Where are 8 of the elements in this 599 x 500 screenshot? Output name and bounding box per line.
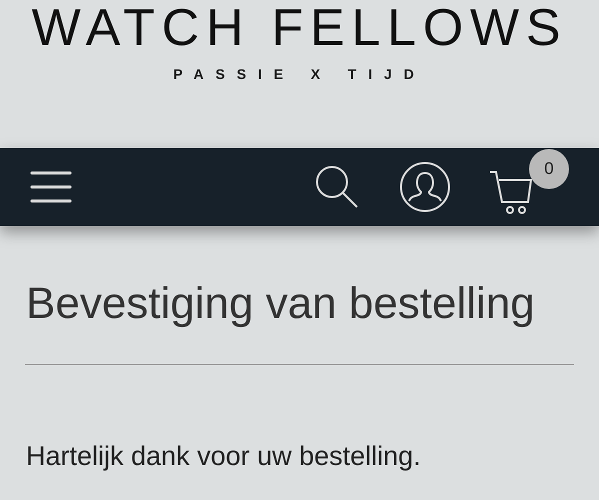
search-icon[interactable] [315,165,359,209]
menu-icon[interactable] [30,170,72,204]
logo-title[interactable]: WATCH FELLOWS [32,2,568,54]
page-heading: Bevestiging van bestelling [26,278,536,330]
logo-tagline: PASSIE X TIJD [173,65,426,84]
thank-you-message: Hartelijk dank voor uw bestelling. [26,440,422,473]
account-icon[interactable] [399,161,451,213]
cart-count-badge: 0 [529,149,569,189]
